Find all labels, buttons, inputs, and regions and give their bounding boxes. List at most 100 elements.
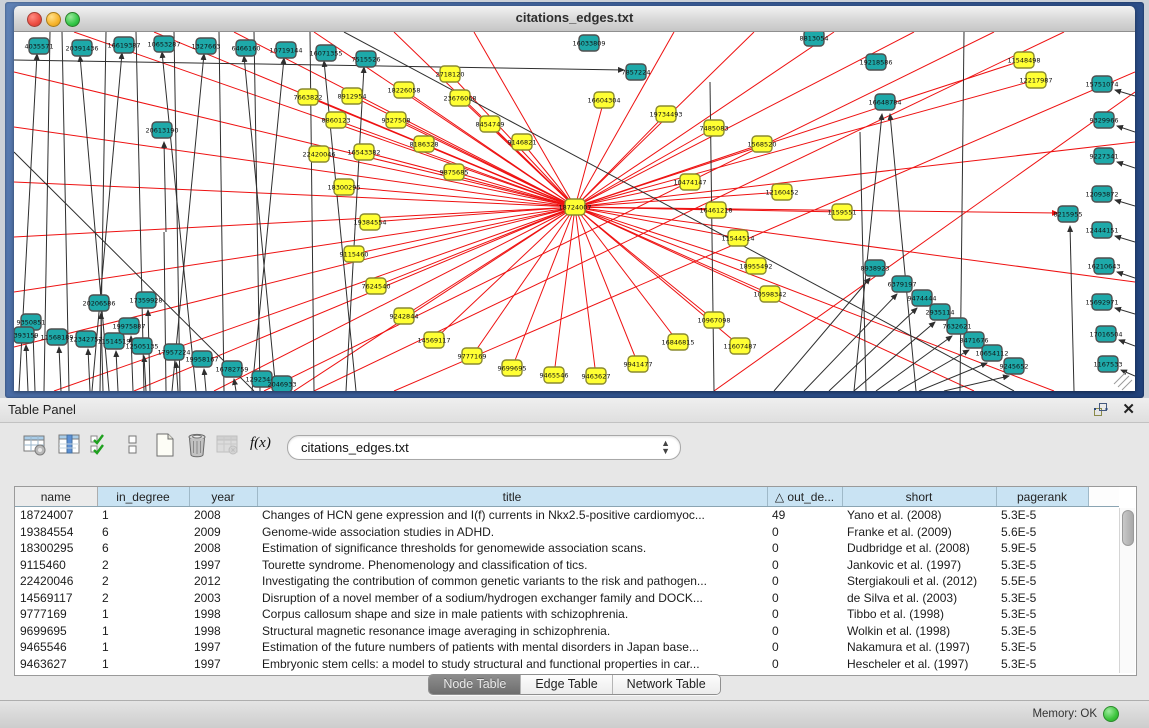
table-cell[interactable]: Structural magnetic resonance image aver… — [257, 623, 767, 640]
citation-edge[interactable] — [310, 32, 314, 391]
table-cell[interactable]: Franke et al. (2009) — [842, 524, 996, 541]
network-node[interactable]: 12217987 — [1019, 72, 1052, 88]
network-window-titlebar[interactable]: citations_edges.txt — [14, 6, 1135, 32]
table-cell[interactable]: 0 — [767, 524, 842, 541]
network-node[interactable]: 8215955 — [1054, 206, 1083, 222]
citation-edge[interactable] — [116, 351, 118, 391]
table-cell[interactable]: 9465546 — [15, 639, 97, 656]
table-cell[interactable]: 1 — [97, 606, 189, 623]
table-cell[interactable]: Disruption of a novel member of a sodium… — [257, 590, 767, 607]
table-cell[interactable]: 9463627 — [15, 656, 97, 673]
network-node[interactable]: 11544514 — [721, 230, 754, 246]
citation-edge-red[interactable] — [714, 92, 1135, 391]
network-node[interactable]: 19734493 — [649, 106, 682, 122]
table-cell[interactable] — [1088, 573, 1119, 590]
table-row[interactable]: 946554611997Estimation of the future num… — [15, 639, 1119, 656]
table-cell[interactable]: 1 — [97, 623, 189, 640]
table-cell[interactable]: Genome-wide association studies in ADHD. — [257, 524, 767, 541]
import-table-icon[interactable] — [214, 432, 240, 458]
table-cell[interactable]: 18724007 — [15, 507, 97, 524]
citation-edge-red[interactable] — [575, 192, 782, 207]
clear-selection-icon[interactable] — [120, 432, 146, 458]
table-panel-header[interactable]: Table Panel ✕ — [0, 398, 1149, 423]
network-node[interactable]: 6466160 — [232, 40, 261, 56]
network-node[interactable]: 8813054 — [800, 32, 829, 46]
citation-edge[interactable] — [88, 349, 90, 391]
citation-edge[interactable] — [804, 294, 897, 391]
table-cell[interactable]: 9699695 — [15, 623, 97, 640]
table-cell[interactable]: 6 — [97, 524, 189, 541]
citation-edge[interactable] — [1119, 340, 1135, 346]
citation-edge[interactable] — [219, 32, 224, 391]
table-cell[interactable]: Corpus callosum shape and size in male p… — [257, 606, 767, 623]
table-cell[interactable]: 2003 — [189, 590, 257, 607]
network-node[interactable]: 9327508 — [382, 112, 411, 128]
network-node[interactable]: 2046933 — [268, 376, 297, 391]
table-row[interactable]: 911546021997Tourette syndrome. Phenomeno… — [15, 557, 1119, 574]
table-cell[interactable] — [1088, 524, 1119, 541]
citation-edge-red[interactable] — [376, 207, 575, 286]
citation-network-graph[interactable]: 4035571203914361661938710653287132766364… — [14, 32, 1135, 391]
network-node[interactable]: 10719144 — [269, 42, 302, 58]
table-cell[interactable]: Changes of HCN gene expression and I(f) … — [257, 507, 767, 524]
network-node[interactable]: 9941477 — [624, 356, 653, 372]
table-cell[interactable]: Wolkin et al. (1998) — [842, 623, 996, 640]
network-node[interactable]: 19384554 — [353, 214, 386, 230]
network-node[interactable]: 16210643 — [1087, 258, 1120, 274]
citation-edge-red[interactable] — [264, 32, 994, 391]
table-cell[interactable]: 2008 — [189, 507, 257, 524]
citation-edge[interactable] — [1117, 126, 1135, 132]
table-cell[interactable] — [1088, 557, 1119, 574]
table-cell[interactable]: 2008 — [189, 540, 257, 557]
network-canvas[interactable]: 4035571203914361661938710653287132766364… — [14, 32, 1135, 391]
citation-edge[interactable] — [164, 142, 166, 232]
citation-edge[interactable] — [1117, 162, 1135, 168]
column-header-filler[interactable] — [1088, 487, 1119, 507]
network-node[interactable]: 9875685 — [440, 164, 469, 180]
table-cell[interactable]: 5.3E-5 — [996, 656, 1088, 673]
network-node[interactable]: 10653287 — [147, 36, 180, 52]
table-cell[interactable]: 5.6E-5 — [996, 524, 1088, 541]
table-row[interactable]: 1830029562008Estimation of significance … — [15, 540, 1119, 557]
table-cell[interactable]: 9777169 — [15, 606, 97, 623]
network-node[interactable]: 16604304 — [587, 92, 620, 108]
table-cell[interactable] — [1088, 507, 1119, 524]
close-panel-icon[interactable]: ✕ — [1122, 400, 1135, 418]
citation-edge-red[interactable] — [575, 207, 1058, 213]
network-node[interactable]: 20613190 — [145, 122, 178, 138]
network-node[interactable]: 1568520 — [748, 136, 777, 152]
table-cell[interactable]: 19384554 — [15, 524, 97, 541]
table-cell[interactable]: Jankovic et al. (1997) — [842, 557, 996, 574]
table-cell[interactable]: 0 — [767, 590, 842, 607]
citation-edge[interactable] — [1115, 90, 1135, 96]
table-cell[interactable]: 0 — [767, 656, 842, 673]
table-cell[interactable]: 1997 — [189, 639, 257, 656]
table-row[interactable]: 969969511998Structural magnetic resonanc… — [15, 623, 1119, 640]
citation-edge[interactable] — [876, 336, 952, 391]
network-node[interactable]: 16782759 — [215, 361, 248, 377]
network-node[interactable]: 11548498 — [1007, 52, 1040, 68]
network-node[interactable]: 17016504 — [1089, 326, 1122, 342]
network-node[interactable]: 16846815 — [661, 334, 694, 350]
table-cell[interactable]: 0 — [767, 557, 842, 574]
citation-edge[interactable] — [59, 347, 61, 391]
table-cell[interactable]: 1 — [97, 639, 189, 656]
table-row[interactable]: 1938455462009Genome-wide association stu… — [15, 524, 1119, 541]
network-node[interactable]: 15751074 — [1085, 76, 1118, 92]
tab-node-table[interactable]: Node Table — [429, 675, 521, 694]
table-cell[interactable]: 22420046 — [15, 573, 97, 590]
network-node[interactable]: 9777169 — [458, 348, 487, 364]
network-node[interactable]: 11607487 — [723, 338, 756, 354]
citation-edge[interactable] — [829, 308, 917, 391]
table-cell[interactable]: Tibbo et al. (1998) — [842, 606, 996, 623]
network-node[interactable]: 8912954 — [338, 88, 367, 104]
table-cell[interactable]: Nakamura et al. (1997) — [842, 639, 996, 656]
table-cell[interactable]: 49 — [767, 507, 842, 524]
table-cell[interactable]: 5.5E-5 — [996, 573, 1088, 590]
network-node[interactable]: 8454749 — [476, 116, 505, 132]
network-node[interactable]: 1167533 — [1094, 356, 1123, 372]
network-node[interactable]: 8938923 — [861, 260, 890, 276]
network-node[interactable]: 1327663 — [192, 38, 221, 54]
tab-network-table[interactable]: Network Table — [613, 675, 720, 694]
table-cell[interactable]: de Silva et al. (2003) — [842, 590, 996, 607]
